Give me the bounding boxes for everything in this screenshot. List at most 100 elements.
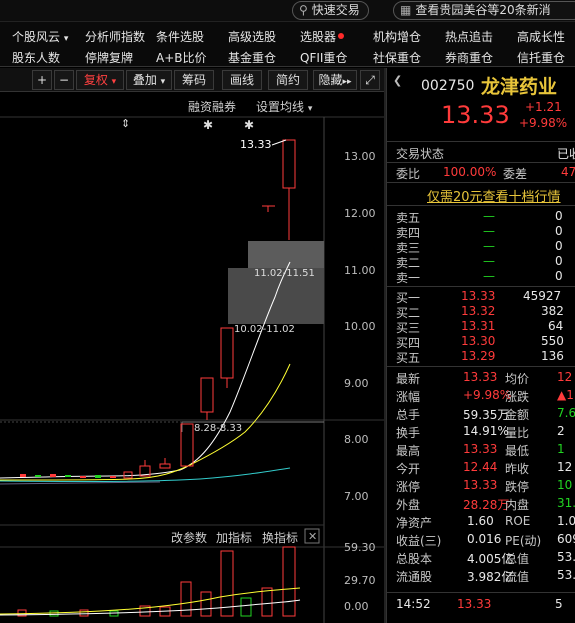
stat-label: 最高 <box>396 444 421 458</box>
quick-trade-button[interactable]: ⚲ 快速交易 <box>292 1 369 20</box>
trade-status-value: 已收 <box>557 147 575 161</box>
stat-label: 金额 <box>505 408 530 422</box>
hide-button[interactable]: 隐藏▸▸ <box>313 70 357 90</box>
kline-chart[interactable]: ⇕ ✱ ✱ ✕ 融资融券 设置均线 ▾ 13.33 11.02-11.51 10… <box>0 92 384 623</box>
ask-vol: 0 <box>555 254 563 268</box>
menu-label: 选股器 <box>300 30 337 44</box>
quote-panel: ❮ 002750 龙津药业 13.33 +1.21 +9.98% 交易状态 已收… <box>386 68 575 623</box>
bid-price: 13.29 <box>461 349 496 363</box>
chip-zone-label: 8.28-8.33 <box>194 423 243 434</box>
set-ma-dropdown[interactable]: 设置均线 ▾ <box>256 98 312 115</box>
menu-social-security[interactable]: 社保重仓 <box>373 49 421 66</box>
stat-label: 昨收 <box>505 462 530 476</box>
chip-zone-upper <box>248 241 324 268</box>
ask-label: 卖一 <box>396 271 421 285</box>
divider <box>387 366 575 367</box>
ask-vol: 0 <box>555 239 563 253</box>
bid-price: 13.33 <box>461 289 496 303</box>
lightning-icon: ⚲ <box>299 3 308 17</box>
ask-vol: 0 <box>555 269 563 283</box>
divider <box>387 592 575 593</box>
level2-promo-link[interactable]: 仅需20元查看十档行情 <box>427 186 561 205</box>
event-star-icon: ✱ <box>244 118 254 132</box>
menu-shareholders[interactable]: 股东人数 <box>12 49 60 66</box>
quick-trade-label: 快速交易 <box>311 3 360 17</box>
set-ma-label: 设置均线 <box>256 100 305 114</box>
y-tick: 10.00 <box>344 320 376 333</box>
event-star-icon: ✱ <box>203 118 213 132</box>
high-price-label: 13.33 <box>240 138 272 151</box>
event-marker: ⇕ <box>121 117 130 130</box>
stat-value: 609 <box>557 532 575 546</box>
stat-label: 涨幅 <box>396 390 421 404</box>
stat-value: 12.44 <box>463 460 498 474</box>
y-tick: 13.00 <box>344 150 376 163</box>
volume-bars <box>17 546 296 617</box>
menu-stock-picker[interactable]: 选股器 <box>300 28 345 45</box>
menu-qfii-holdings[interactable]: QFII重仓 <box>300 49 347 66</box>
stat-label: 收益(三) <box>396 534 442 548</box>
ask-price: — <box>483 209 495 223</box>
overlay-dropdown[interactable]: 叠加 ▾ <box>126 70 172 90</box>
stat-value: 1.60 <box>467 514 494 528</box>
menu-hot-track[interactable]: 热点追击 <box>445 28 493 45</box>
menu-high-growth[interactable]: 高成长性 <box>517 28 565 45</box>
chevron-down-icon: ▾ <box>307 104 313 114</box>
bid-price: 13.32 <box>461 304 496 318</box>
stat-value: 53.3 <box>557 550 575 564</box>
change-params-button[interactable]: 改参数 <box>171 529 207 546</box>
divider <box>387 286 575 287</box>
zoom-out-button[interactable]: − <box>54 70 74 90</box>
stat-label: 内盘 <box>505 498 530 512</box>
stat-label: 净资产 <box>396 516 433 530</box>
simple-button[interactable]: 简约 <box>268 70 308 90</box>
bid-vol: 64 <box>548 319 564 333</box>
weicha-value: 47 <box>561 165 575 179</box>
fuquan-dropdown[interactable]: 复权 ▾ <box>76 70 124 90</box>
vol-y-tick: 29.70 <box>344 574 376 587</box>
add-indicator-button[interactable]: 加指标 <box>216 529 252 546</box>
menu-fund-holdings[interactable]: 基金重仓 <box>228 49 276 66</box>
divider <box>387 182 575 183</box>
menu-gegu-fengyun[interactable]: 个股风云 ▾ <box>12 28 68 45</box>
ask-price: — <box>483 269 495 283</box>
stat-value: 7.6 <box>557 406 575 420</box>
switch-indicator-button[interactable]: 换指标 <box>262 529 298 546</box>
stat-label: 今开 <box>396 462 421 476</box>
menu-inst-increase[interactable]: 机构增仓 <box>373 28 421 45</box>
menu-ab-ratio[interactable]: A+B比价 <box>156 49 207 66</box>
menu-advanced-select[interactable]: 高级选股 <box>228 28 276 45</box>
menu-broker-holdings[interactable]: 券商重仓 <box>445 49 493 66</box>
menu-condition-select[interactable]: 条件选股 <box>156 28 204 45</box>
keyboard-icon: ▦ <box>400 3 412 17</box>
weibi-value: 100.00% <box>443 165 497 179</box>
stat-value: 0.016 <box>467 532 502 546</box>
bid-price: 13.30 <box>461 334 496 348</box>
zoom-in-button[interactable]: + <box>32 70 52 90</box>
fullscreen-icon[interactable]: ⤢ <box>360 70 380 90</box>
draw-line-button[interactable]: 画线 <box>222 70 262 90</box>
stat-label: 总手 <box>396 408 421 422</box>
new-dot-icon <box>338 33 345 39</box>
stat-value: 13.33 <box>463 478 498 492</box>
y-tick: 12.00 <box>344 207 376 220</box>
chips-button[interactable]: 筹码 <box>174 70 214 90</box>
chart-toolbar: + − 复权 ▾ 叠加 ▾ 筹码 画线 简约 隐藏▸▸ ⤢ <box>0 68 384 92</box>
menu-analyst-index[interactable]: 分析师指数 <box>85 28 145 45</box>
stock-code: 002750 <box>421 78 475 94</box>
menu-trust-holdings[interactable]: 信托重仓 <box>517 49 565 66</box>
stat-value: 53.0 <box>557 568 575 582</box>
stat-value: 1.0 <box>557 514 575 528</box>
stat-value: +9.98% <box>463 388 512 402</box>
price-change-pct: +9.98% <box>519 116 568 130</box>
weibi-label: 委比 <box>396 167 421 181</box>
bid-price: 13.31 <box>461 319 496 333</box>
collapse-arrow-icon[interactable]: ❮ <box>393 74 402 87</box>
stat-label: 跌停 <box>505 480 530 494</box>
news-ticker[interactable]: ▦ 查看贵园美谷等20条新消 <box>393 1 575 20</box>
bid-vol: 45927 <box>523 289 562 303</box>
stat-label: 流通股 <box>396 570 433 584</box>
stat-label: 总股本 <box>396 552 433 566</box>
margin-trading-link[interactable]: 融资融券 <box>188 98 236 115</box>
menu-suspend-resume[interactable]: 停牌复牌 <box>85 49 133 66</box>
